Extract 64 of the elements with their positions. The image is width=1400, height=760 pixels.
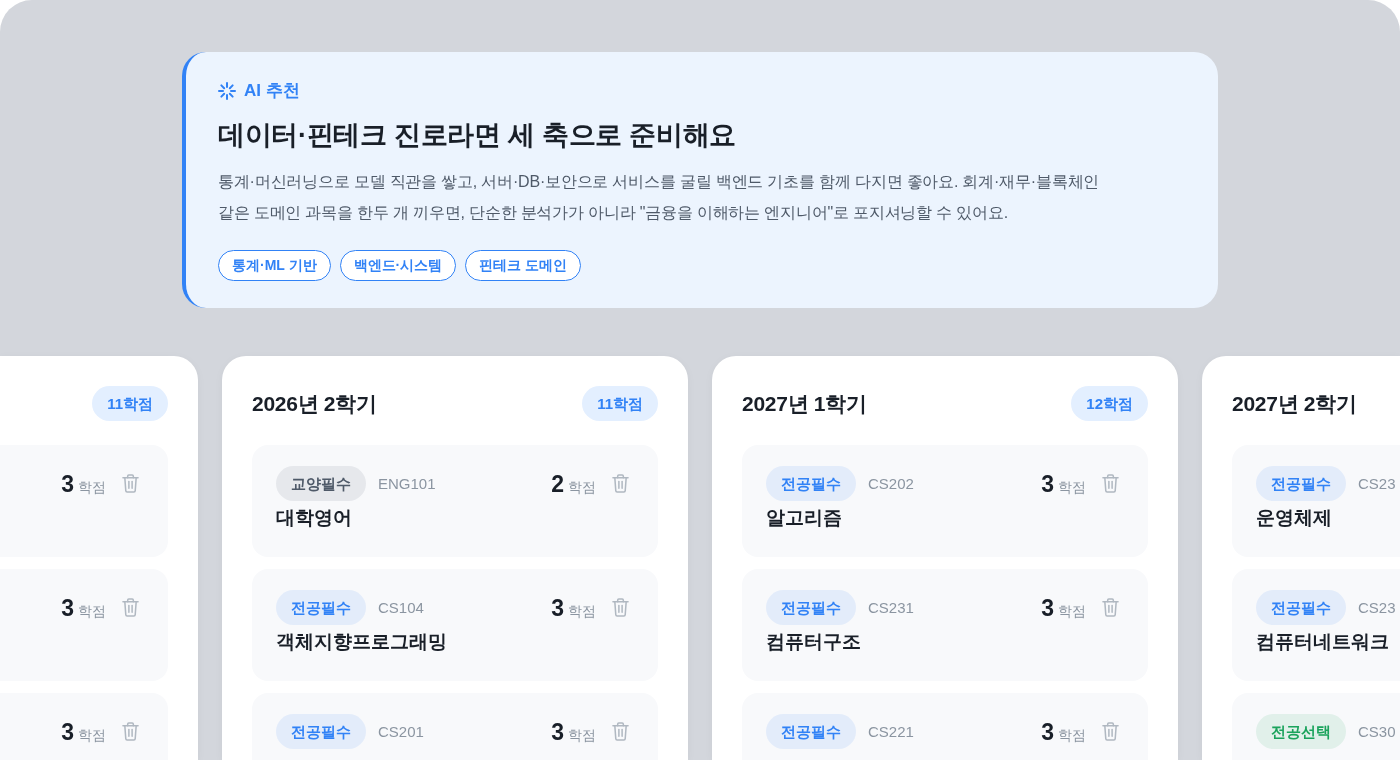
course-code: CS23 (1358, 475, 1396, 492)
trash-icon[interactable] (122, 722, 139, 741)
topic-chip: 통계·ML 기반 (218, 250, 331, 281)
credit-unit: 학점 (78, 601, 106, 620)
category-tag: 전공필수 (766, 590, 856, 625)
category-tag: 교양필수 (276, 466, 366, 501)
category-tag: 전공필수 (766, 714, 856, 749)
category-tag: 전공필수 (1256, 590, 1346, 625)
semester-title: 2026년 2학기 (252, 390, 377, 417)
credit-unit: 학점 (1058, 725, 1086, 744)
sparkle-icon (218, 82, 236, 100)
credit-count: 3 (61, 593, 74, 622)
credit-unit: 학점 (1058, 477, 1086, 496)
course-name: 컴퓨터구조 (766, 630, 862, 654)
trash-icon[interactable] (612, 722, 629, 741)
category-tag: 전공필수 (276, 714, 366, 749)
trash-icon[interactable] (1102, 474, 1119, 493)
course-code: CS202 (868, 475, 914, 492)
course-name: 컴퓨터네트워크 (1256, 630, 1390, 654)
course-code: ENG101 (378, 475, 436, 492)
course-code: CS23 (1358, 599, 1396, 616)
credit-unit: 학점 (568, 601, 596, 620)
course-code: CS221 (868, 723, 914, 740)
credit-count: 3 (1041, 717, 1054, 746)
course-name: 객체지향프로그래밍 (276, 630, 448, 654)
trash-icon[interactable] (122, 598, 139, 617)
credit-total-badge: 11학점 (92, 386, 168, 421)
recommendation-label: AI 추천 (244, 81, 300, 101)
category-tag: 전공필수 (1256, 466, 1346, 501)
credit-unit: 학점 (568, 477, 596, 496)
credit-count: 3 (551, 593, 564, 622)
credit-unit: 학점 (78, 477, 106, 496)
category-tag: 전공필수 (276, 590, 366, 625)
credit-count: 3 (551, 717, 564, 746)
course-code: CS201 (378, 723, 424, 740)
trash-icon[interactable] (1102, 598, 1119, 617)
credit-total-badge: 11학점 (582, 386, 658, 421)
recommendation-text: 통계·머신러닝으로 모델 직관을 쌓고, 서버·DB·보안으로 서비스를 굴릴 백엔드 기초를 함께 다지면 좋아요. 회계·재무·블록체인 같은 도메인 과목을 한두 개 끼우면, 단순한 분석가가 아니라 "금융을 이해하는 엔지니어"로 포지셔닝할 수 있어요. (218, 172, 1101, 223)
credit-total-badge: 12학점 (1071, 386, 1148, 421)
credit-unit: 학점 (1058, 601, 1086, 620)
course-name: 알고리즘 (766, 506, 843, 530)
course-name: 대학영어 (276, 506, 353, 530)
credit-unit: 학점 (78, 725, 106, 744)
recommendation-title: 데이터·핀테크 진로라면 세 축으로 준비해요 (218, 119, 738, 152)
category-tag: 전공선택 (1256, 714, 1346, 749)
trash-icon[interactable] (122, 474, 139, 493)
credit-count: 3 (61, 469, 74, 498)
topic-chip: 백엔드·시스템 (339, 250, 457, 281)
credit-unit: 학점 (568, 725, 596, 744)
semester-title: 2027년 2학기 (1232, 390, 1357, 417)
category-tag: 전공필수 (766, 466, 856, 501)
credit-count: 3 (1041, 469, 1054, 498)
course-code: CS30 (1358, 723, 1396, 740)
trash-icon[interactable] (612, 598, 629, 617)
credit-count: 2 (551, 469, 564, 498)
course-code: CS231 (868, 599, 914, 616)
credit-count: 3 (1041, 593, 1054, 622)
course-code: CS104 (378, 599, 424, 616)
trash-icon[interactable] (612, 474, 629, 493)
credit-count: 3 (61, 717, 74, 746)
semester-title: 2027년 1학기 (742, 390, 867, 417)
topic-chip: 핀테크 도메인 (465, 250, 582, 281)
trash-icon[interactable] (1102, 722, 1119, 741)
course-name: 운영체제 (1256, 506, 1333, 530)
